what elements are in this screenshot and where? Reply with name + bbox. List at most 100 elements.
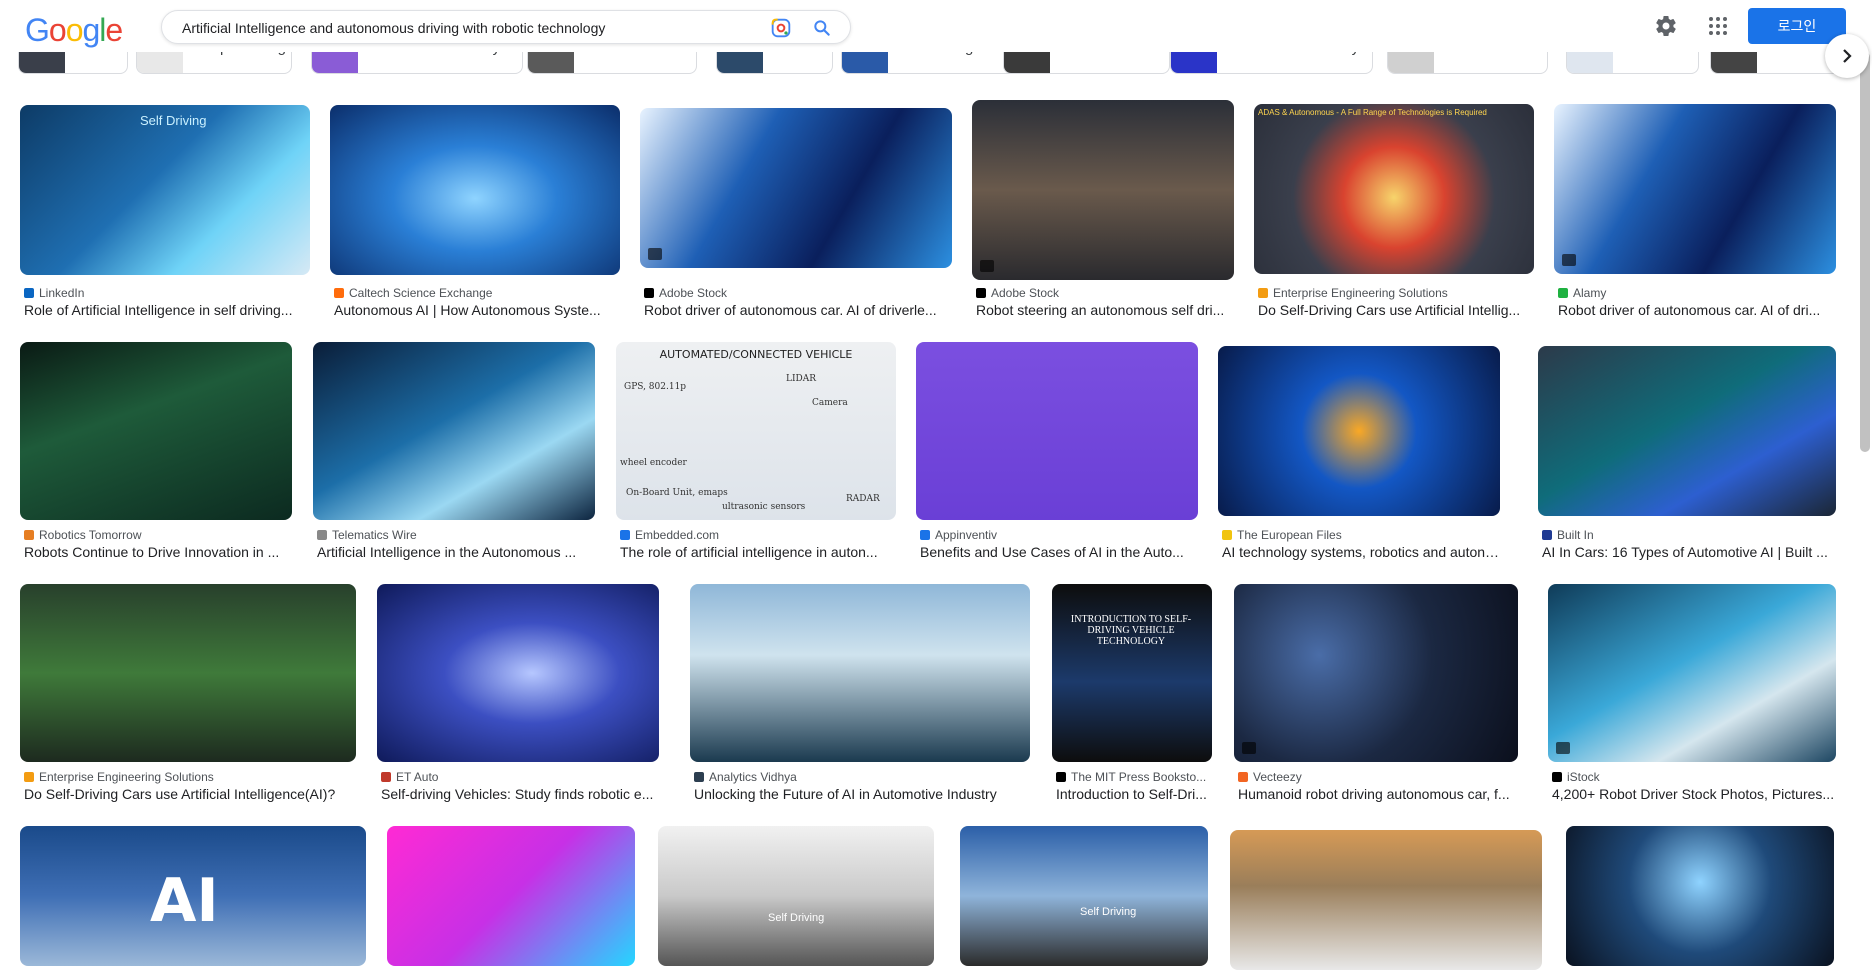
gear-icon[interactable] — [1654, 14, 1678, 38]
result-thumbnail[interactable]: AI — [20, 826, 366, 966]
result-thumbnail[interactable]: Self Driving — [960, 826, 1208, 966]
result-title[interactable]: Self-driving Vehicles: Study finds robot… — [381, 786, 659, 802]
result-thumbnail[interactable] — [1230, 830, 1542, 970]
source-favicon-icon — [620, 530, 630, 540]
result-thumbnail[interactable] — [1554, 104, 1836, 274]
logo-letter: g — [82, 12, 100, 48]
top-header: Google 로그인 — [0, 0, 1872, 52]
result-source-line: The European Files — [1222, 528, 1342, 542]
page-scrollbar[interactable] — [1860, 52, 1870, 452]
result-title[interactable]: Autonomous AI | How Autonomous Syste... — [334, 302, 620, 318]
result-source-line: Adobe Stock — [976, 286, 1059, 300]
result-title[interactable]: Artificial Intelligence in the Autonomou… — [317, 544, 595, 560]
vehicle-diagram-label: LIDAR — [786, 374, 817, 384]
result-thumbnail[interactable] — [1234, 584, 1518, 762]
source-favicon-icon — [1552, 772, 1562, 782]
result-source-line: LinkedIn — [24, 286, 84, 300]
result-thumbnail[interactable] — [640, 108, 952, 268]
result-thumbnail[interactable] — [1548, 584, 1836, 762]
result-source: The MIT Press Booksto... — [1071, 770, 1207, 784]
result-source: Adobe Stock — [659, 286, 728, 300]
result-thumbnail[interactable] — [1538, 346, 1836, 516]
result-source: The European Files — [1237, 528, 1342, 542]
source-favicon-icon — [1056, 772, 1066, 782]
result-title[interactable]: Do Self-Driving Cars use Artificial Inte… — [1258, 302, 1534, 318]
result-source-line: Analytics Vidhya — [694, 770, 797, 784]
image-badge-icon — [980, 260, 994, 272]
source-favicon-icon — [1558, 288, 1568, 298]
result-thumbnail[interactable]: Self Driving — [20, 105, 310, 275]
self-driving-overlay-text: Self Driving — [140, 113, 207, 128]
result-title[interactable]: Robot driver of autonomous car. AI of dr… — [644, 302, 952, 318]
result-source-line: Built In — [1542, 528, 1594, 542]
result-thumbnail[interactable] — [916, 342, 1198, 520]
chips-next-button[interactable] — [1825, 34, 1869, 78]
result-title[interactable]: Robots Continue to Drive Innovation in .… — [24, 544, 292, 560]
apps-grid-icon[interactable] — [1706, 14, 1730, 38]
result-source: Enterprise Engineering Solutions — [1273, 286, 1448, 300]
result-source-line: iStock — [1552, 770, 1600, 784]
result-source: ET Auto — [396, 770, 439, 784]
result-title[interactable]: Robot steering an autonomous self dri... — [976, 302, 1234, 318]
result-thumbnail[interactable] — [1566, 826, 1834, 966]
search-icon[interactable] — [812, 18, 832, 38]
result-source: Telematics Wire — [332, 528, 417, 542]
result-source-line: The MIT Press Booksto... — [1056, 770, 1206, 784]
source-favicon-icon — [24, 530, 34, 540]
source-favicon-icon — [1222, 530, 1232, 540]
result-source: Enterprise Engineering Solutions — [39, 770, 214, 784]
result-thumbnail[interactable]: INTRODUCTION TO SELF-DRIVING VEHICLE TEC… — [1052, 584, 1212, 762]
source-favicon-icon — [24, 772, 34, 782]
book-cover-title: INTRODUCTION TO SELF-DRIVING VEHICLE TEC… — [1070, 614, 1192, 647]
source-favicon-icon — [976, 288, 986, 298]
result-source-line: Embedded.com — [620, 528, 719, 542]
logo-letter: G — [25, 12, 50, 48]
result-title[interactable]: The role of artificial intelligence in a… — [620, 544, 896, 560]
result-title[interactable]: Humanoid robot driving autonomous car, f… — [1238, 786, 1518, 802]
result-thumbnail[interactable] — [972, 100, 1234, 280]
result-thumbnail[interactable] — [377, 584, 659, 762]
result-title[interactable]: Role of Artificial Intelligence in self … — [24, 302, 310, 318]
search-input[interactable] — [180, 17, 744, 39]
result-title[interactable]: Introduction to Self-Dri... — [1056, 786, 1212, 802]
result-title[interactable]: AI technology systems, robotics and auto… — [1222, 544, 1500, 560]
result-thumbnail[interactable] — [20, 342, 292, 520]
result-source-line: Alamy — [1558, 286, 1606, 300]
result-source: Embedded.com — [635, 528, 720, 542]
result-thumbnail[interactable]: AUTOMATED/CONNECTED VEHICLE GPS, 802.11p L… — [616, 342, 896, 520]
vehicle-diagram-label: GPS, 802.11p — [624, 382, 687, 392]
result-thumbnail[interactable] — [330, 105, 620, 275]
vehicle-diagram-label: Camera — [812, 398, 848, 408]
result-thumbnail[interactable]: ADAS & Autonomous - A Full Range of Tech… — [1254, 104, 1534, 274]
login-button[interactable]: 로그인 — [1748, 8, 1846, 44]
result-source: Built In — [1557, 528, 1594, 542]
result-source: Caltech Science Exchange — [349, 286, 493, 300]
search-box[interactable] — [161, 10, 851, 44]
result-title[interactable]: Benefits and Use Cases of AI in the Auto… — [920, 544, 1198, 560]
result-source-line: Vecteezy — [1238, 770, 1302, 784]
self-driving-overlay-text: Self Driving — [768, 912, 825, 924]
result-thumbnail[interactable] — [1218, 346, 1500, 516]
source-favicon-icon — [1238, 772, 1248, 782]
image-badge-icon — [1242, 742, 1256, 754]
result-title[interactable]: Robot driver of autonomous car. AI of dr… — [1558, 302, 1836, 318]
result-thumbnail[interactable] — [690, 584, 1030, 762]
result-source: Analytics Vidhya — [709, 770, 797, 784]
source-favicon-icon — [920, 530, 930, 540]
result-title[interactable]: 4,200+ Robot Driver Stock Photos, Pictur… — [1552, 786, 1836, 802]
result-title[interactable]: AI In Cars: 16 Types of Automotive AI | … — [1542, 544, 1836, 560]
logo-letter: o — [65, 12, 84, 48]
image-badge-icon — [1556, 742, 1570, 754]
google-logo[interactable]: Google — [25, 12, 123, 49]
result-thumbnail[interactable] — [313, 342, 595, 520]
result-source: Vecteezy — [1253, 770, 1302, 784]
result-thumbnail[interactable] — [20, 584, 356, 762]
result-title[interactable]: Do Self-Driving Cars use Artificial Inte… — [24, 786, 356, 802]
result-thumbnail[interactable] — [387, 826, 635, 966]
result-source-line: Telematics Wire — [317, 528, 417, 542]
result-title[interactable]: Unlocking the Future of AI in Automotive… — [694, 786, 1030, 802]
result-thumbnail[interactable]: Self Driving — [658, 826, 934, 966]
google-lens-icon[interactable] — [771, 18, 791, 38]
source-favicon-icon — [381, 772, 391, 782]
self-driving-overlay-text: Self Driving — [1080, 906, 1137, 918]
